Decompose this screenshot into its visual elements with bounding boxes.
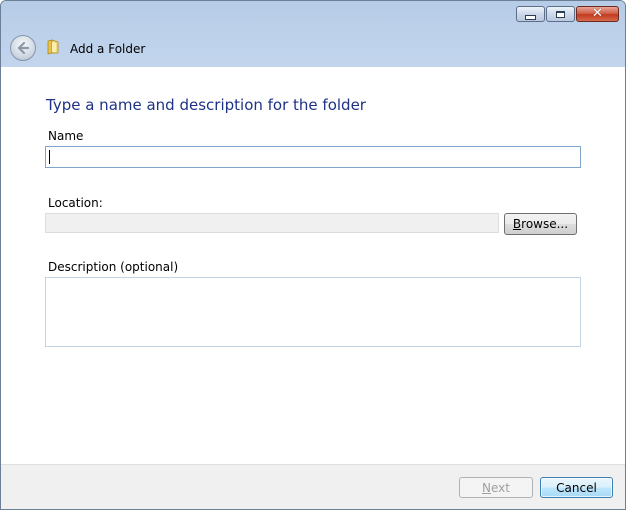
maximize-icon — [556, 10, 565, 18]
location-field — [45, 213, 499, 233]
wizard-footer: Next Cancel — [1, 464, 625, 509]
minimize-button[interactable] — [516, 6, 545, 22]
maximize-button[interactable] — [546, 6, 575, 22]
back-button[interactable] — [10, 35, 36, 61]
minimize-icon — [525, 14, 536, 20]
wizard-content: Type a name and description for the fold… — [1, 67, 625, 464]
page-title: Type a name and description for the fold… — [46, 96, 366, 114]
back-arrow-icon — [17, 41, 30, 55]
title-bar[interactable]: ✕ Add a Folder — [1, 1, 625, 67]
name-label: Name — [48, 129, 84, 143]
next-access-key: N — [482, 480, 491, 495]
close-button[interactable]: ✕ — [576, 6, 619, 22]
add-folder-window: ✕ Add a Folder Type a name and descripti… — [0, 0, 626, 510]
folder-icon — [47, 39, 59, 55]
caption-buttons: ✕ — [515, 6, 619, 22]
close-icon: ✕ — [592, 6, 603, 21]
text-caret — [49, 150, 50, 164]
next-button[interactable]: Next — [459, 477, 533, 498]
window-title: Add a Folder — [70, 42, 146, 56]
browse-access-key: B — [512, 217, 522, 231]
location-label: Location: — [48, 196, 103, 210]
description-label: Description (optional) — [48, 260, 179, 274]
browse-button[interactable]: Browse... — [504, 213, 577, 235]
browse-label-rest: rowse... — [521, 217, 569, 231]
description-textarea[interactable] — [45, 277, 581, 347]
name-input[interactable] — [45, 146, 581, 168]
next-label-rest: ext — [491, 480, 510, 495]
cancel-button[interactable]: Cancel — [540, 477, 613, 498]
